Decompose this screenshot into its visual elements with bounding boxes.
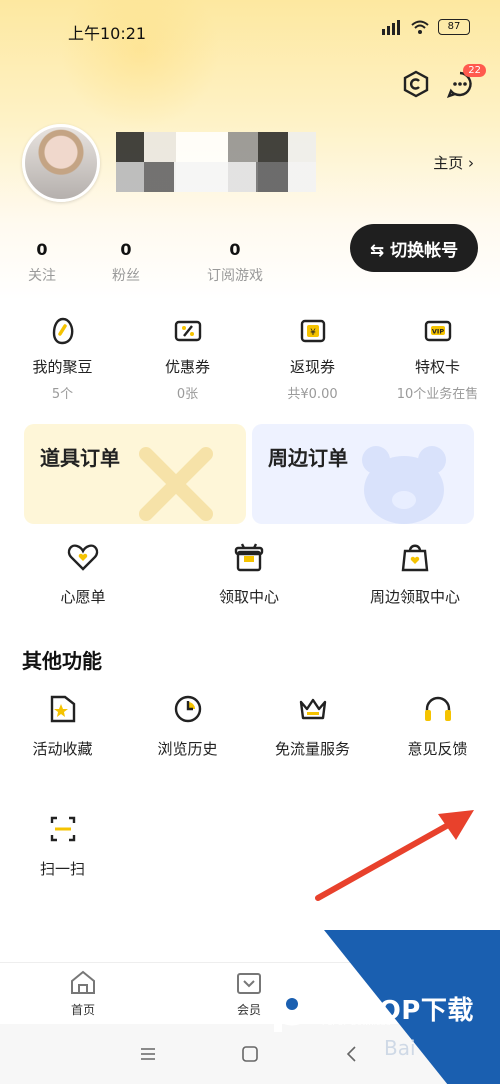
asset-beans-sub: 5个 [51,387,74,402]
bean-icon [52,317,73,345]
asset-beans-title: 我的聚豆 [32,358,93,376]
red-arrow-annotation [315,810,474,901]
asset-vip-card-sub: 10个业务在售 [396,387,479,402]
back-icon[interactable] [343,1045,361,1063]
tab-home[interactable]: 首页 [0,963,166,1024]
bear-icon [362,446,446,524]
asset-vip-card[interactable]: VIP 特权卡 10个业务在售 [375,316,500,402]
status-icons: 87 [380,19,470,35]
free-data-service-label: 免流量服务 [274,740,350,758]
stat-following-value: 0 [36,240,48,259]
merch-claim-center-item[interactable]: 周边领取中心 [332,540,498,607]
scan-label: 扫一扫 [39,860,85,878]
header-actions: 22 [402,64,486,98]
home-square-icon[interactable] [241,1045,259,1063]
user-id-redacted [116,162,316,192]
stat-subscribed-games-value: 0 [229,240,241,259]
tab-home-label: 首页 [70,1003,95,1017]
merch-order-card[interactable]: 周边订单 [252,424,474,524]
gift-icon [234,543,264,572]
asset-cashback[interactable]: ¥ 返现券 共¥0.00 [250,316,375,402]
merch-order-title: 周边订单 [268,446,348,470]
activity-favorites-item[interactable]: 活动收藏 [0,692,125,812]
scan-icon [50,816,75,842]
cashback-icon: ¥ [300,319,325,343]
pcpop-logo-icon [270,982,314,1032]
stat-following-label: 关注 [28,268,56,284]
claim-center-label: 领取中心 [218,588,279,606]
profile-stats: 0 关注 0 粉丝 0 订阅游戏 [20,240,310,285]
switch-account-button[interactable]: ⇆ 切换帐号 [350,224,478,272]
watermark-sub: PCPOP Download [322,1018,391,1027]
signal-icon [382,20,400,35]
wishlist-item[interactable]: 心愿单 [0,540,166,607]
bag-icon [401,544,429,572]
free-data-service-item[interactable]: 免流量服务 [250,692,375,812]
asset-beans[interactable]: 我的聚豆 5个 [0,316,125,402]
message-icon[interactable]: 22 [446,64,486,98]
wifi-icon [411,20,429,34]
browse-history-item[interactable]: 浏览历史 [125,692,250,812]
asset-vip-card-title: 特权卡 [414,358,460,376]
stat-subscribed-games[interactable]: 0 订阅游戏 [190,240,280,285]
quick-actions: 心愿单 领取中心 周边领取中心 [0,540,500,607]
homepage-link[interactable]: 主页 › [433,152,474,173]
stat-following[interactable]: 0 关注 [20,240,64,285]
status-bar: 上午10:21 87 [0,0,500,60]
svg-text:¥: ¥ [310,328,316,338]
coupon-icon [174,320,201,342]
battery-icon: 87 [438,19,470,35]
browse-history-label: 浏览历史 [157,740,218,758]
asset-coupons[interactable]: 优惠券 0张 [125,316,250,402]
svg-text:VIP: VIP [431,328,443,336]
claim-center-item[interactable]: 领取中心 [166,540,332,607]
avatar[interactable] [22,124,100,202]
stat-fans[interactable]: 0 粉丝 [104,240,148,285]
merch-claim-center-label: 周边领取中心 [369,588,460,606]
heart-icon [67,544,99,571]
status-time: 上午10:21 [68,24,147,43]
asset-cashback-sub: 共¥0.00 [287,387,338,402]
feedback-item[interactable]: 意见反馈 [375,692,500,812]
stat-fans-value: 0 [120,240,132,259]
baidu-watermark: Bai [384,1036,416,1060]
watermark-logo: PCPOP下载 PCPOP Download [270,982,474,1034]
folder-star-icon [50,695,75,723]
member-icon [237,973,261,994]
other-functions-title: 其他功能 [22,649,102,673]
menu-icon[interactable] [139,1046,157,1062]
scan-item[interactable]: 扫一扫 [0,812,125,932]
asset-cashback-title: 返现券 [289,358,335,376]
clock-icon [174,695,201,723]
home-icon [71,970,95,994]
stat-fans-label: 粉丝 [112,268,140,284]
settings-hexagon-icon[interactable] [402,70,430,98]
message-badge: 22 [463,64,486,77]
asset-coupons-sub: 0张 [176,387,199,402]
headphones-icon [424,696,451,721]
vip-icon: VIP [424,320,451,342]
feedback-label: 意见反馈 [407,740,468,758]
wishlist-label: 心愿单 [60,588,106,606]
assets-row: 我的聚豆 5个 优惠券 0张 ¥ 返现券 共¥0.00 VIP 特权卡 10个业… [0,316,500,402]
props-order-card[interactable]: 道具订单 [24,424,246,524]
activity-favorites-label: 活动收藏 [32,740,93,758]
crossed-swords-icon [139,447,213,521]
crown-icon [299,698,326,720]
asset-coupons-title: 优惠券 [164,358,210,376]
props-order-title: 道具订单 [40,446,120,470]
stat-subscribed-games-label: 订阅游戏 [207,268,263,284]
